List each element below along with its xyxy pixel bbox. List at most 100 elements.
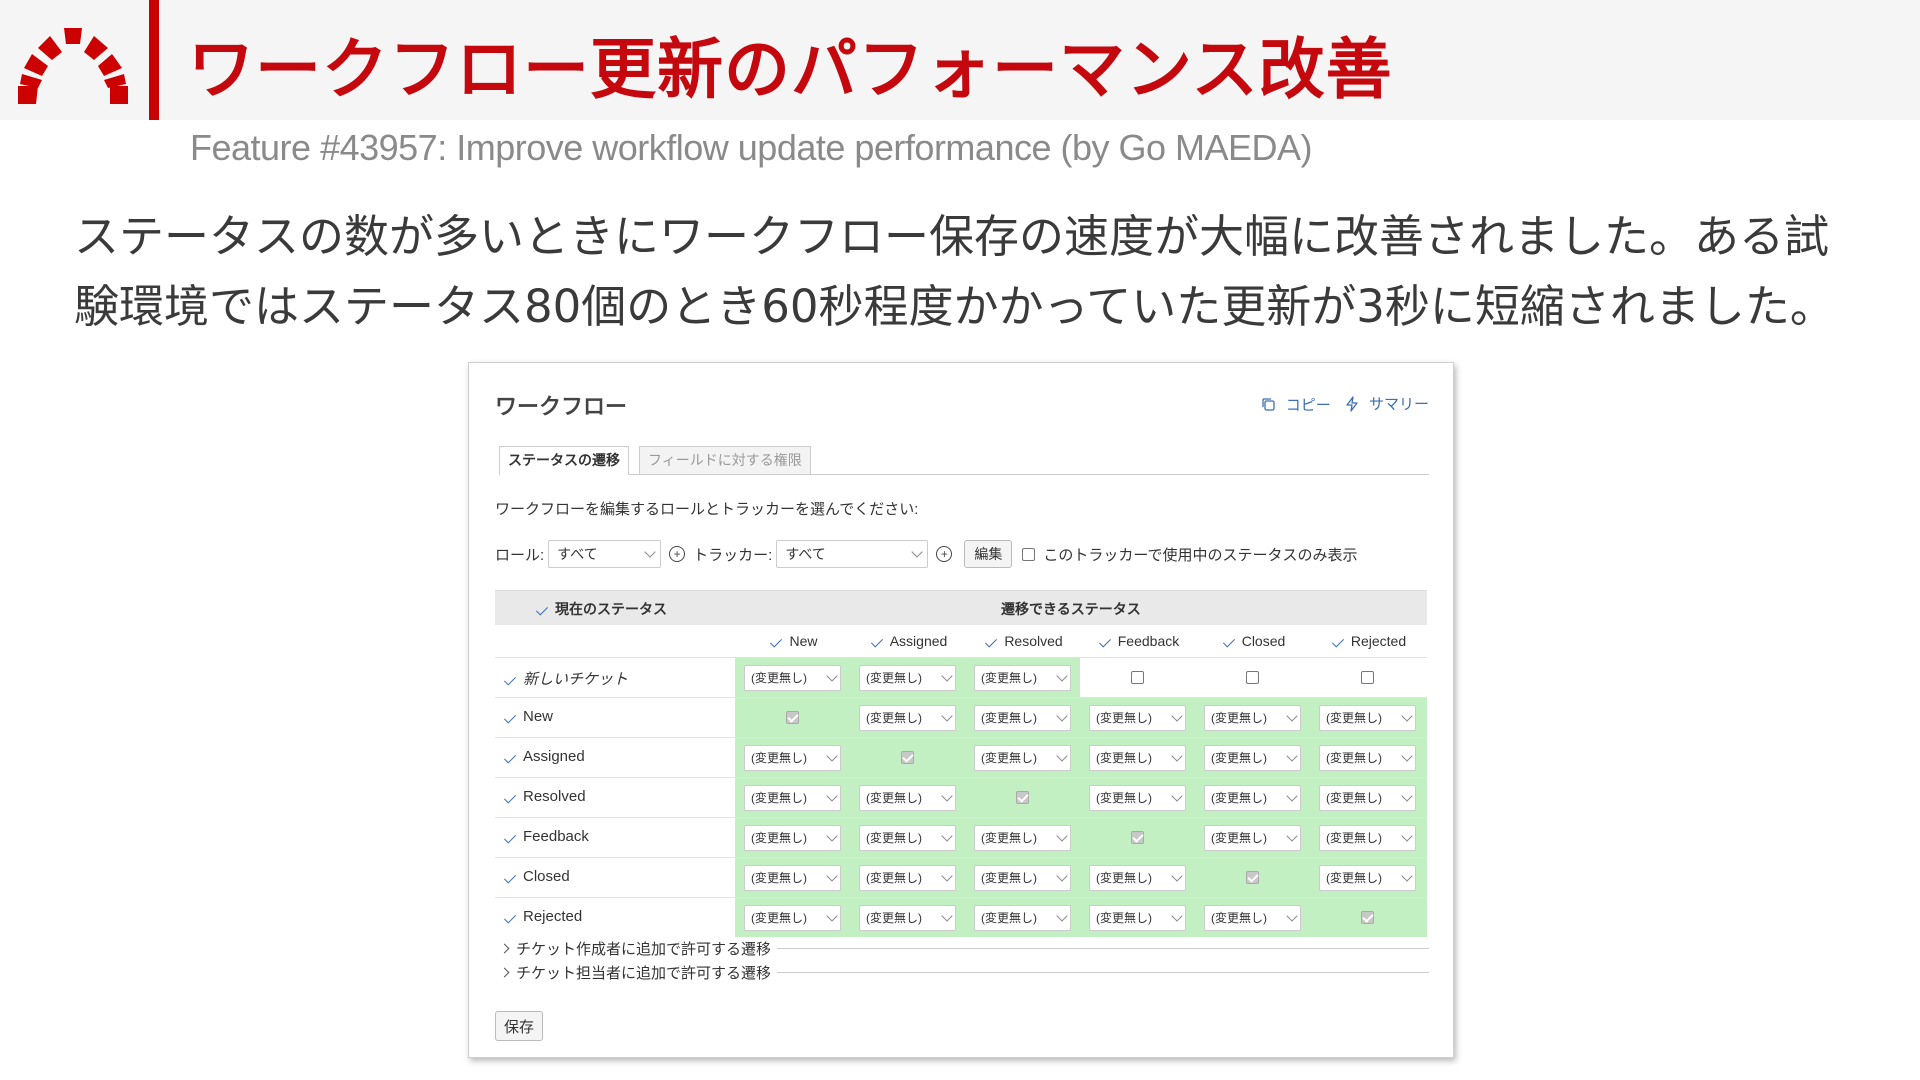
transition-select-value: (変更無し) (1211, 791, 1267, 805)
chevron-down-icon (826, 829, 838, 842)
table-row: Rejected (変更無し) (変更無し) (変更無し) (変更無し) (変更無し) (495, 897, 1427, 937)
transition-select[interactable]: (変更無し) (974, 904, 1071, 931)
transition-select-value: (変更無し) (981, 751, 1037, 765)
transition-select[interactable]: (変更無し) (1204, 904, 1301, 931)
tab-status-transitions[interactable]: ステータスの遷移 (499, 446, 629, 475)
only-used-statuses-checkbox[interactable] (1022, 547, 1036, 561)
workflow-links: コピー サマリー (1251, 393, 1429, 416)
transition-select[interactable]: (変更無し) (859, 904, 956, 931)
transition-select[interactable]: (変更無し) (974, 704, 1071, 731)
transition-cell: (変更無し) (735, 658, 850, 697)
transition-select[interactable]: (変更無し) (1089, 864, 1186, 891)
check-icon (770, 635, 783, 648)
transition-select[interactable]: (変更無し) (859, 824, 956, 851)
extra-assignee-toggle[interactable]: チケット担当者に追加で許可する遷移 (499, 960, 1429, 984)
transition-select[interactable]: (変更無し) (974, 744, 1071, 771)
column-closed[interactable]: Closed (1195, 633, 1310, 649)
transition-checkbox[interactable] (1131, 671, 1144, 684)
transition-select[interactable]: (変更無し) (859, 664, 956, 691)
tracker-select[interactable]: すべて (776, 540, 929, 568)
transition-cell (965, 778, 1080, 817)
column-resolved[interactable]: Resolved (965, 633, 1080, 649)
transition-select-value: (変更無し) (866, 831, 922, 845)
transition-select[interactable]: (変更無し) (1319, 824, 1416, 851)
transition-select[interactable]: (変更無し) (744, 824, 841, 851)
chevron-down-icon (826, 869, 838, 882)
row-status-label[interactable]: Rejected (501, 908, 582, 925)
transition-checkbox-checked[interactable] (1361, 911, 1374, 924)
row-status-label[interactable]: Feedback (501, 828, 589, 845)
transition-checkbox-checked[interactable] (1016, 791, 1029, 804)
transition-select[interactable]: (変更無し) (1089, 704, 1186, 731)
transition-checkbox-checked[interactable] (786, 711, 799, 724)
transition-select[interactable]: (変更無し) (1204, 784, 1301, 811)
column-label: Resolved (1004, 633, 1063, 649)
transition-select[interactable]: (変更無し) (744, 744, 841, 771)
column-rejected[interactable]: Rejected (1310, 633, 1425, 649)
transition-select[interactable]: (変更無し) (744, 864, 841, 891)
transition-select[interactable]: (変更無し) (1089, 904, 1186, 931)
transition-select[interactable]: (変更無し) (1319, 744, 1416, 771)
current-status-header[interactable]: 現在のステータス (533, 599, 667, 619)
transition-select-value: (変更無し) (1211, 831, 1267, 845)
chevron-down-icon (1171, 709, 1183, 722)
body-line-2: 験環境ではステータス80個のとき60秒程度かかっていた更新が3秒に短縮されました… (74, 280, 1835, 333)
save-button[interactable]: 保存 (495, 1011, 544, 1041)
row-status-label[interactable]: Resolved (501, 788, 586, 805)
column-new[interactable]: New (735, 633, 850, 649)
row-status-label[interactable]: Assigned (501, 748, 585, 765)
row-status-label[interactable]: Closed (501, 868, 570, 885)
transition-select[interactable]: (変更無し) (744, 904, 841, 931)
transition-select[interactable]: (変更無し) (974, 664, 1071, 691)
transition-select[interactable]: (変更無し) (1204, 744, 1301, 771)
check-icon (503, 870, 517, 884)
transition-select-value: (変更無し) (751, 831, 807, 845)
row-status-label[interactable]: New (501, 708, 553, 725)
transition-select[interactable]: (変更無し) (1089, 744, 1186, 771)
copy-icon (1262, 397, 1275, 411)
extra-author-toggle[interactable]: チケット作成者に追加で許可する遷移 (499, 936, 1429, 960)
transition-select[interactable]: (変更無し) (859, 784, 956, 811)
transition-checkbox-checked[interactable] (1131, 831, 1144, 844)
transition-select[interactable]: (変更無し) (1089, 784, 1186, 811)
add-role-icon[interactable]: + (669, 546, 686, 562)
transition-select[interactable]: (変更無し) (1319, 704, 1416, 731)
transition-cell (1310, 898, 1425, 937)
transition-select[interactable]: (変更無し) (744, 664, 841, 691)
transition-checkbox[interactable] (1246, 671, 1259, 684)
transition-select[interactable]: (変更無し) (974, 864, 1071, 891)
column-feedback[interactable]: Feedback (1080, 633, 1195, 649)
chevron-down-icon (644, 546, 656, 558)
transition-checkbox-checked[interactable] (1246, 871, 1259, 884)
transition-cell: (変更無し) (1080, 738, 1195, 777)
transition-checkbox[interactable] (1361, 671, 1374, 684)
lightning-icon (1346, 395, 1358, 412)
tab-field-permissions[interactable]: フィールドに対する権限 (639, 446, 811, 474)
column-assigned[interactable]: Assigned (850, 633, 965, 649)
transition-select[interactable]: (変更無し) (1204, 704, 1301, 731)
allowed-status-header: 遷移できるステータス (1001, 601, 1141, 617)
check-icon (1098, 635, 1111, 648)
transition-select[interactable]: (変更無し) (1319, 864, 1416, 891)
transition-cell: (変更無し) (1195, 778, 1310, 817)
transition-select[interactable]: (変更無し) (1204, 824, 1301, 851)
row-status-label[interactable]: 新しいチケット (501, 668, 628, 689)
check-icon (535, 603, 549, 616)
transition-select[interactable]: (変更無し) (1319, 784, 1416, 811)
transition-cell: (変更無し) (965, 818, 1080, 857)
transition-cell: (変更無し) (850, 898, 965, 937)
table-row: Assigned (変更無し) (変更無し) (変更無し) (変更無し) (変更無し) (495, 737, 1427, 777)
transition-select[interactable]: (変更無し) (974, 824, 1071, 851)
transition-select[interactable]: (変更無し) (859, 864, 956, 891)
add-tracker-icon[interactable]: + (936, 546, 953, 562)
edit-button[interactable]: 編集 (964, 540, 1013, 568)
transition-select[interactable]: (変更無し) (744, 784, 841, 811)
transition-checkbox-checked[interactable] (901, 751, 914, 764)
transition-select[interactable]: (変更無し) (859, 704, 956, 731)
copy-link[interactable]: コピー (1261, 394, 1331, 415)
check-icon (503, 830, 517, 844)
transition-select-value: (変更無し) (1211, 911, 1267, 925)
summary-link[interactable]: サマリー (1345, 393, 1429, 414)
transition-select-value: (変更無し) (751, 911, 807, 925)
role-select[interactable]: すべて (548, 540, 662, 568)
